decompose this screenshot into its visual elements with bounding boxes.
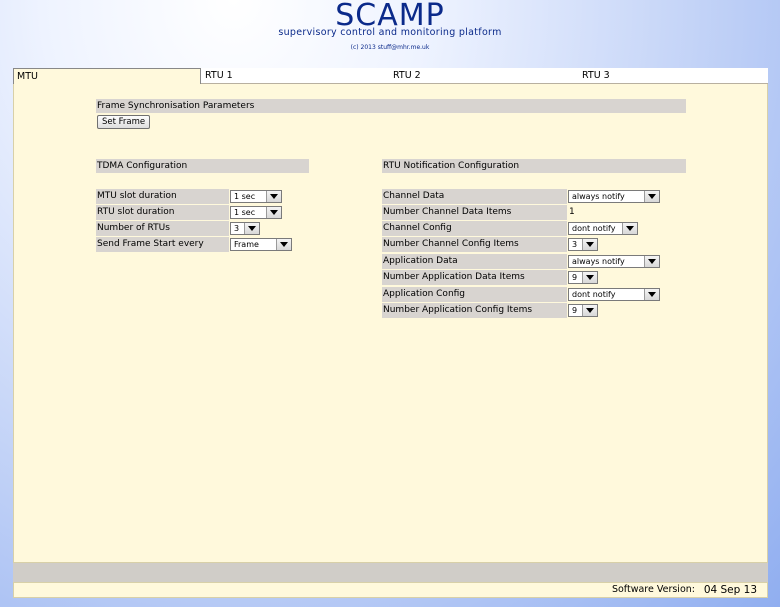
channel-config-select[interactable]: dont notify (568, 222, 638, 235)
chevron-down-icon (622, 223, 637, 234)
number-application-config-items-select[interactable]: 9 (568, 304, 598, 317)
rtu-notification-title: RTU Notification Configuration (382, 159, 686, 173)
application-config-select[interactable]: dont notify (568, 288, 660, 301)
rtu-slot-duration-select[interactable]: 1 sec (230, 206, 282, 219)
channel-data-value: always notify (572, 192, 625, 201)
application-data-select[interactable]: always notify (568, 255, 660, 268)
software-version-value: 04 Sep 13 (703, 584, 757, 596)
number-of-rtus-value: 3 (234, 224, 240, 233)
mtu-slot-duration-select[interactable]: 1 sec (230, 190, 282, 203)
chevron-down-icon (582, 239, 597, 250)
copyright-text: (c) 2013 stuff@mhr.me.uk (350, 44, 430, 51)
chevron-down-icon (244, 223, 259, 234)
app-tagline: supervisory control and monitoring platf… (278, 27, 502, 38)
application-data-value: always notify (572, 257, 625, 266)
chevron-down-icon (266, 207, 281, 218)
application-config-value: dont notify (572, 290, 616, 299)
channel-data-label: Channel Data (382, 189, 567, 204)
tab-rtu-2[interactable]: RTU 2 (393, 68, 573, 83)
footer-bar: Software Version: 04 Sep 13 (13, 582, 768, 598)
application-config-label: Application Config (382, 287, 567, 302)
number-channel-data-items-value: 1 (569, 207, 575, 217)
number-channel-config-items-select[interactable]: 3 (568, 238, 598, 251)
mtu-slot-duration-label: MTU slot duration (96, 189, 229, 204)
tdma-config-title: TDMA Configuration (96, 159, 309, 173)
send-frame-start-select[interactable]: Frame (230, 238, 292, 251)
number-application-config-items-value: 9 (572, 306, 578, 315)
rtu-slot-duration-label: RTU slot duration (96, 205, 229, 220)
tab-bar: MTU RTU 1 RTU 2 RTU 3 (13, 68, 768, 84)
number-application-data-items-select[interactable]: 9 (568, 271, 598, 284)
footer-spacer (13, 563, 768, 582)
number-channel-config-items-label: Number Channel Config Items (382, 237, 567, 252)
tab-rtu-1[interactable]: RTU 1 (205, 68, 385, 83)
number-channel-data-items-label: Number Channel Data Items (382, 205, 567, 220)
rtu-slot-duration-value: 1 sec (234, 208, 256, 217)
send-frame-start-value: Frame (234, 240, 259, 249)
frame-sync-title: Frame Synchronisation Parameters (96, 99, 686, 113)
set-frame-button[interactable]: Set Frame (97, 115, 151, 129)
chevron-down-icon (582, 305, 597, 316)
software-version-label: Software Version: (611, 584, 695, 595)
number-application-config-items-label: Number Application Config Items (382, 303, 567, 318)
chevron-down-icon (276, 239, 291, 250)
number-application-data-items-value: 9 (572, 273, 578, 282)
channel-data-select[interactable]: always notify (568, 190, 660, 203)
send-frame-start-label: Send Frame Start every (96, 237, 229, 252)
chevron-down-icon (644, 289, 659, 300)
page-header: SCAMP supervisory control and monitoring… (0, 0, 780, 68)
number-of-rtus-select[interactable]: 3 (230, 222, 260, 235)
number-channel-config-items-value: 3 (572, 240, 578, 249)
channel-config-label: Channel Config (382, 221, 567, 236)
chevron-down-icon (266, 191, 281, 202)
application-data-label: Application Data (382, 254, 567, 269)
mtu-slot-duration-value: 1 sec (234, 192, 256, 201)
channel-config-value: dont notify (572, 224, 616, 233)
chevron-down-icon (644, 256, 659, 267)
number-of-rtus-label: Number of RTUs (96, 221, 229, 236)
number-application-data-items-label: Number Application Data Items (382, 270, 567, 285)
chevron-down-icon (644, 191, 659, 202)
tab-rtu-3[interactable]: RTU 3 (582, 68, 762, 83)
tab-mtu[interactable]: MTU (13, 68, 201, 84)
chevron-down-icon (582, 272, 597, 283)
